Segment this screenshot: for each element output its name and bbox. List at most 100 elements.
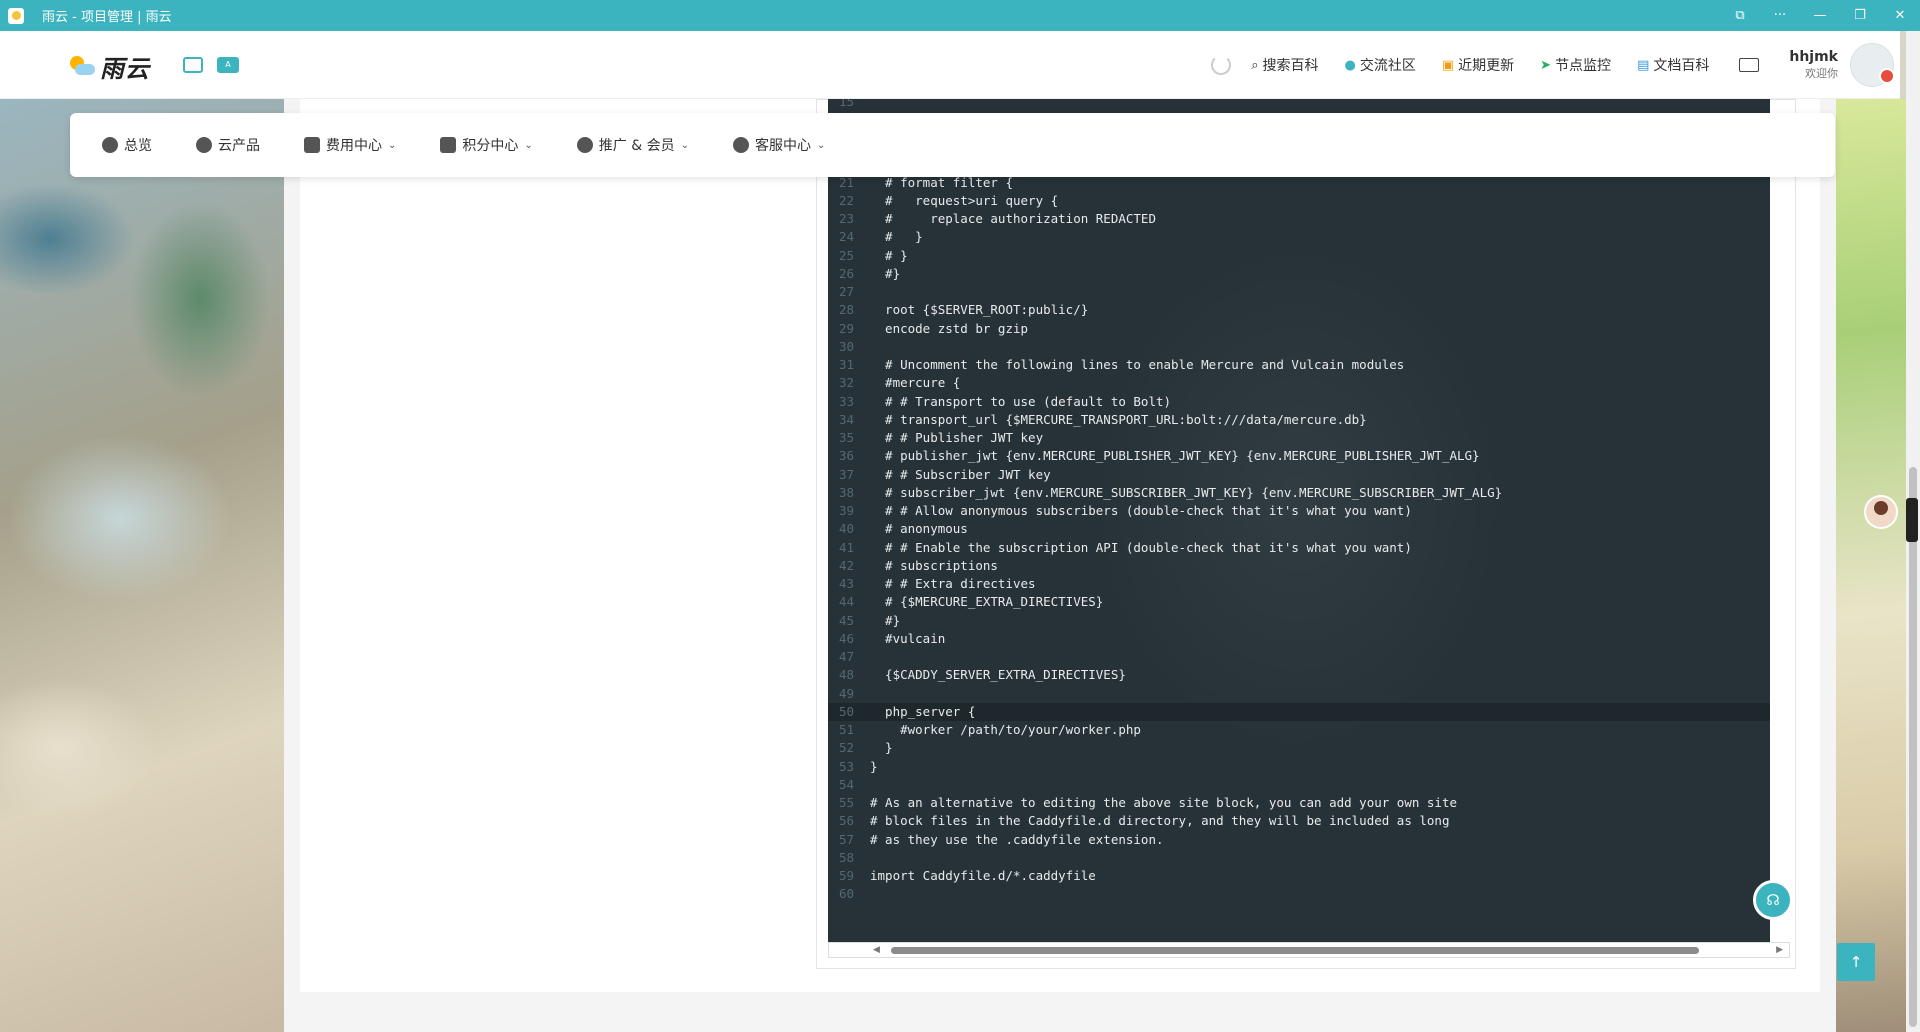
code-editor[interactable]: 1519 #log {20 # # Redact the authorizati… xyxy=(828,99,1770,942)
page-scrollbar-thumb[interactable] xyxy=(1909,467,1917,1027)
notification-badge-icon xyxy=(1879,68,1895,84)
app-info-icon[interactable]: ⧉ xyxy=(1720,0,1760,31)
code-line[interactable]: 36 # publisher_jwt {env.MERCURE_PUBLISHE… xyxy=(828,447,1770,465)
assistant-avatar[interactable] xyxy=(1864,495,1898,529)
dashboard-icon xyxy=(102,137,118,153)
nav-node-monitor[interactable]: ➤ 节点监控 xyxy=(1540,55,1611,75)
restore-button[interactable]: ❐ xyxy=(1840,0,1880,31)
line-text: # request>uri query { xyxy=(870,192,1059,208)
line-number: 26 xyxy=(838,265,854,281)
user-info[interactable]: hhjmk 欢迎你 xyxy=(1789,49,1838,81)
nav-community[interactable]: ● 交流社区 xyxy=(1345,55,1416,75)
code-line[interactable]: 24 # } xyxy=(828,228,1770,246)
code-line[interactable]: 55 # As an alternative to editing the abo… xyxy=(828,794,1770,812)
back-to-top-button[interactable]: ↑ xyxy=(1837,943,1875,981)
close-button[interactable]: ✕ xyxy=(1880,0,1920,31)
code-line[interactable]: 32 #mercure { xyxy=(828,374,1770,392)
scrollbar-thumb[interactable] xyxy=(891,947,1699,954)
nav-search-wiki[interactable]: ⌕ 搜索百科 xyxy=(1251,55,1318,75)
minimize-button[interactable]: — xyxy=(1800,0,1840,31)
code-line[interactable]: 31 # Uncomment the following lines to en… xyxy=(828,356,1770,374)
code-line[interactable]: 15 xyxy=(828,99,1770,111)
code-line[interactable]: 54 xyxy=(828,776,1770,794)
nav-label: 节点监控 xyxy=(1555,58,1612,74)
code-line[interactable]: 43 # # Extra directives xyxy=(828,575,1770,593)
subnav-billing[interactable]: 费用中心 ⌄ xyxy=(304,135,396,155)
scroll-right-icon[interactable]: ▶ xyxy=(1776,945,1783,955)
horizontal-scrollbar[interactable]: ◀ ▶ xyxy=(828,942,1790,958)
code-line[interactable]: 40 # anonymous xyxy=(828,520,1770,538)
line-text: encode zstd br gzip xyxy=(870,320,1029,336)
mail-icon[interactable] xyxy=(1739,58,1760,72)
book-icon: ▤ xyxy=(1637,57,1650,73)
nav-label: 交流社区 xyxy=(1359,58,1416,74)
line-text: #} xyxy=(870,612,901,628)
code-line[interactable]: 30 xyxy=(828,338,1770,356)
bell-icon: ● xyxy=(1344,57,1356,73)
subnav-promotion-membership[interactable]: 推广 & 会员 ⌄ xyxy=(576,135,689,155)
code-line[interactable]: 50 php_server { xyxy=(828,702,1770,721)
line-text: # replace authorization REDACTED xyxy=(870,211,1156,226)
code-line[interactable]: 47 xyxy=(828,648,1770,666)
side-drawer-tab[interactable] xyxy=(1906,498,1918,542)
code-line[interactable]: 58 xyxy=(828,849,1770,867)
nav-label: 近期更新 xyxy=(1458,58,1515,74)
code-line[interactable]: 35 # # Publisher JWT key xyxy=(828,429,1770,447)
line-number: 56 xyxy=(838,813,854,829)
chevron-down-icon: ⌄ xyxy=(680,139,689,151)
subnav-cloud-products[interactable]: 云产品 xyxy=(196,135,260,155)
subnav-label: 客服中心 xyxy=(755,138,811,154)
code-line[interactable]: 56 # block files in the Caddyfile.d direc… xyxy=(828,812,1770,830)
code-line[interactable]: 27 xyxy=(828,283,1770,301)
code-line[interactable]: 51 #worker /path/to/your/worker.php xyxy=(828,721,1770,739)
line-number: 39 xyxy=(838,503,854,518)
line-number: 54 xyxy=(838,776,854,792)
logo[interactable]: 雨云 xyxy=(68,49,150,84)
code-line[interactable]: 44 # {$MERCURE_EXTRA_DIRECTIVES} xyxy=(828,593,1770,611)
line-text: # # Publisher JWT key xyxy=(870,430,1044,445)
code-line[interactable]: 38 # subscriber_jwt {env.MERCURE_SUBSCRI… xyxy=(828,484,1770,502)
customer-support-button[interactable]: ☊ xyxy=(1753,880,1793,920)
code-line[interactable]: 28 root {$SERVER_ROOT:public/} xyxy=(828,301,1770,319)
translate-icon[interactable]: A xyxy=(217,57,239,73)
more-icon[interactable]: ··· xyxy=(1760,0,1800,31)
money-icon xyxy=(304,137,320,153)
window-title-bar: 雨云 - 项目管理 | 雨云 ⧉ ··· — ❐ ✕ xyxy=(0,0,1920,31)
line-text: # # Allow anonymous subscribers (double-… xyxy=(870,503,1412,518)
code-line[interactable]: 25 # } xyxy=(828,247,1770,265)
code-line[interactable]: 59 import Caddyfile.d/*.caddyfile xyxy=(828,867,1770,885)
code-line[interactable]: 45 #} xyxy=(828,612,1770,630)
line-number: 40 xyxy=(838,521,854,537)
code-line[interactable]: 33 # # Transport to use (default to Bolt… xyxy=(828,393,1770,411)
subnav-overview[interactable]: 总览 xyxy=(102,135,152,155)
code-line[interactable]: 29 encode zstd br gzip xyxy=(828,320,1770,338)
line-number: 38 xyxy=(838,484,854,500)
code-line[interactable]: 34 # transport_url {$MERCURE_TRANSPORT_U… xyxy=(828,411,1770,429)
line-number: 34 xyxy=(838,411,854,427)
background-artwork-left xyxy=(0,99,284,1032)
code-line[interactable]: 41 # # Enable the subscription API (doub… xyxy=(828,539,1770,557)
code-line[interactable]: 48 {$CADDY_SERVER_EXTRA_DIRECTIVES} xyxy=(828,666,1770,684)
code-line[interactable]: 39 # # Allow anonymous subscribers (doub… xyxy=(828,502,1770,520)
line-number: 55 xyxy=(838,795,854,810)
avatar[interactable] xyxy=(1850,43,1895,87)
nav-updates[interactable]: ▣ 近期更新 xyxy=(1442,55,1514,75)
code-line[interactable]: 22 # request>uri query { xyxy=(828,192,1770,210)
code-line[interactable]: 49 xyxy=(828,685,1770,703)
code-line[interactable]: 23 # replace authorization REDACTED xyxy=(828,210,1770,228)
subnav-points[interactable]: 积分中心 ⌄ xyxy=(440,135,533,155)
code-line[interactable]: 26 #} xyxy=(828,265,1770,283)
subnav-support[interactable]: 客服中心 ⌄ xyxy=(733,135,825,155)
scroll-left-icon[interactable]: ◀ xyxy=(873,945,880,955)
code-line[interactable]: 60 xyxy=(828,885,1770,903)
code-line[interactable]: 37 # # Subscriber JWT key xyxy=(828,466,1770,484)
nav-docs[interactable]: ▤ 文档百科 xyxy=(1637,55,1709,75)
code-line[interactable]: 53} xyxy=(828,758,1770,776)
code-line[interactable]: 46 #vulcain xyxy=(828,630,1770,648)
code-line[interactable]: 52 } xyxy=(828,739,1770,757)
image-icon[interactable] xyxy=(183,57,203,73)
code-line[interactable]: 42 # subscriptions xyxy=(828,557,1770,575)
calendar-icon: ▣ xyxy=(1441,57,1455,73)
code-line[interactable]: 57 # as they use the .caddyfile extension… xyxy=(828,831,1770,849)
logo-icon xyxy=(68,54,95,80)
